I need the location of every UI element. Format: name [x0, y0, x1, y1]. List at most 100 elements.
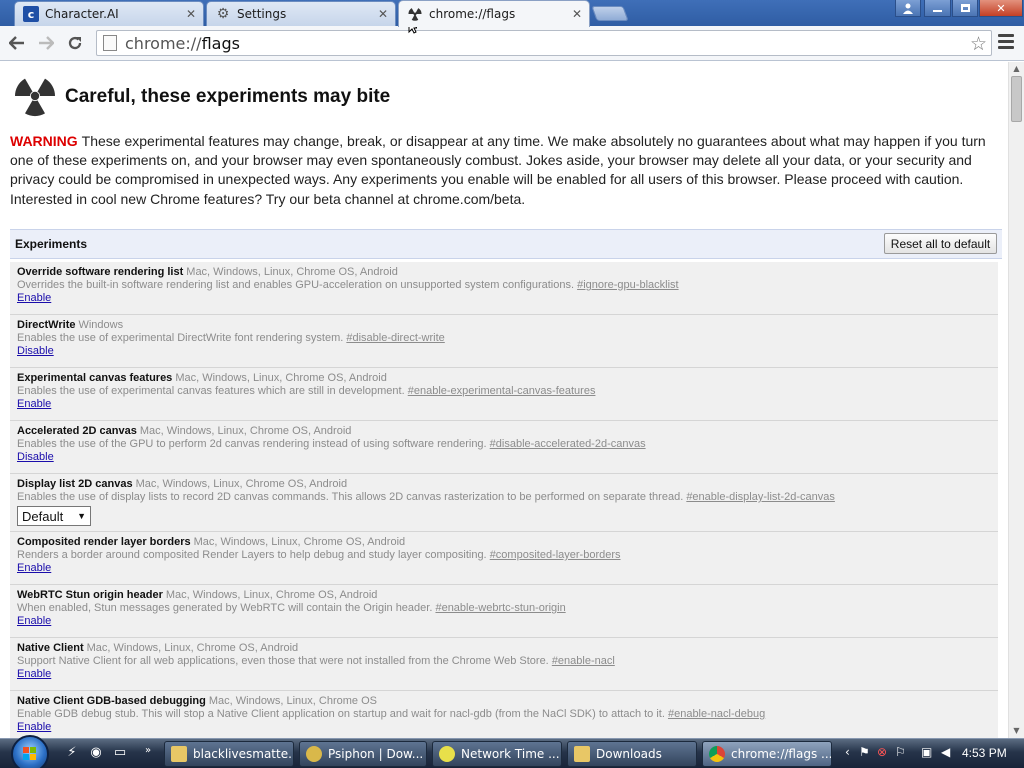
tray-app-icon[interactable]: ⚐	[895, 745, 906, 759]
close-icon[interactable]: ✕	[375, 7, 391, 21]
experiment-toggle-link[interactable]: Enable	[17, 562, 51, 574]
minimize-button[interactable]	[924, 0, 951, 17]
experiment-name: Experimental canvas features	[17, 372, 173, 384]
experiment-name: Native Client	[17, 642, 84, 654]
experiment-action-line: Disable	[17, 450, 991, 463]
experiment-platforms: Mac, Windows, Linux, Chrome OS, Android	[139, 425, 352, 437]
experiment-name: Display list 2D canvas	[17, 478, 133, 490]
tab-character-ai[interactable]: c Character.AI ✕	[14, 1, 204, 26]
scrollbar-thumb[interactable]	[1011, 76, 1022, 122]
bookmark-star-icon[interactable]: ☆	[970, 33, 987, 55]
experiment-title-line: WebRTC Stun origin header Mac, Windows, L…	[17, 589, 991, 601]
quicklaunch-expand-icon[interactable]: »	[140, 745, 156, 761]
forward-arrow-icon[interactable]	[35, 32, 57, 54]
experiment-description: Enables the use of experimental canvas f…	[17, 385, 991, 397]
back-arrow-icon[interactable]	[6, 32, 28, 54]
experiment-action-line: Enable	[17, 291, 991, 304]
experiment-description: Support Native Client for all web applic…	[17, 655, 991, 667]
reset-all-button[interactable]: Reset all to default	[884, 233, 997, 254]
taskbar-label: Network Time ...	[461, 747, 560, 761]
experiment-row: DirectWrite Windows Enables the use of exp…	[10, 315, 998, 368]
experiment-title-line: Accelerated 2D canvas Mac, Windows, Linux…	[17, 425, 991, 437]
tray-expand-icon[interactable]: ‹	[845, 745, 850, 759]
experiment-select-value: Default	[22, 508, 64, 524]
new-tab-button[interactable]	[591, 6, 629, 21]
taskbar-item-chrome[interactable]: chrome://flags ...	[702, 741, 832, 767]
restore-button[interactable]	[952, 0, 978, 17]
experiment-action-line: Enable	[17, 397, 991, 410]
tab-label: Character.AI	[45, 7, 119, 21]
experiment-description: Enables the use of the GPU to perform 2d…	[17, 438, 991, 450]
taskbar-label: blacklivesmatte...	[193, 747, 294, 761]
experiments-list: Override software rendering list Mac, Win…	[10, 262, 998, 738]
taskbar-item-folder[interactable]: blacklivesmatte...	[164, 741, 294, 767]
experiment-toggle-link[interactable]: Disable	[17, 345, 54, 357]
experiment-name: Accelerated 2D canvas	[17, 425, 137, 437]
tray-error-icon[interactable]: ⊗	[877, 745, 887, 759]
experiment-name: Native Client GDB-based debugging	[17, 695, 206, 707]
experiment-toggle-link[interactable]: Enable	[17, 668, 51, 680]
taskbar-item-psiphon[interactable]: Psiphon | Dow...	[299, 741, 427, 767]
volume-icon[interactable]: ◀	[941, 745, 950, 759]
warning-text: WARNING These experimental features may c…	[10, 132, 990, 209]
address-bar[interactable]: chrome://flags ☆	[96, 30, 992, 56]
network-icon[interactable]: ▣	[921, 745, 932, 759]
window-close-button[interactable]: ✕	[979, 0, 1023, 17]
experiment-platforms: Mac, Windows, Linux, Chrome OS, Android	[175, 372, 387, 384]
experiment-row: Override software rendering list Mac, Win…	[10, 262, 998, 315]
experiment-action-line: Disable	[17, 344, 991, 357]
experiment-description: When enabled, Stun messages generated by…	[17, 602, 991, 614]
url-text[interactable]: chrome://flags	[125, 34, 240, 53]
tab-settings[interactable]: ⚙ Settings ✕	[206, 1, 396, 26]
experiment-toggle-link[interactable]: Disable	[17, 451, 54, 463]
close-icon[interactable]: ✕	[183, 7, 199, 21]
menu-icon[interactable]	[998, 34, 1014, 52]
radiation-icon	[14, 78, 56, 117]
experiment-anchor-link[interactable]: #enable-nacl	[552, 655, 615, 667]
experiment-name: WebRTC Stun origin header	[17, 589, 163, 601]
show-desktop-icon[interactable]: ▭	[112, 745, 128, 761]
tab-label: Settings	[237, 7, 287, 21]
taskbar-item-downloads[interactable]: Downloads	[567, 741, 697, 767]
experiment-toggle-link[interactable]: Enable	[17, 721, 51, 733]
experiment-description-text: Overrides the built-in software renderin…	[17, 279, 575, 291]
experiment-row: Native Client Mac, Windows, Linux, Chrome…	[10, 638, 998, 691]
warning-label: WARNING	[10, 133, 78, 149]
vertical-scrollbar[interactable]: ▲ ▼	[1008, 62, 1024, 738]
windows-logo-icon	[23, 747, 36, 760]
warning-body: These experimental features may change, …	[10, 133, 986, 207]
tab-label: chrome://flags	[429, 7, 516, 21]
experiment-anchor-link[interactable]: #enable-experimental-canvas-features	[408, 385, 596, 397]
experiment-description: Enables the use of experimental DirectWr…	[17, 332, 991, 344]
experiment-anchor-link[interactable]: #disable-direct-write	[346, 332, 444, 344]
experiment-platforms: Windows	[78, 319, 124, 331]
scroll-down-icon[interactable]: ▼	[1009, 724, 1024, 738]
page-icon	[103, 35, 117, 51]
experiment-name: Override software rendering list	[17, 266, 184, 278]
experiment-anchor-link[interactable]: #enable-nacl-debug	[668, 708, 765, 720]
browser-toolbar: chrome://flags ☆	[0, 26, 1024, 61]
taskbar-item-network-time[interactable]: Network Time ...	[432, 741, 562, 767]
experiment-anchor-link[interactable]: #composited-layer-borders	[490, 549, 621, 561]
quicklaunch-icon[interactable]: ◉	[88, 745, 104, 761]
user-icon[interactable]	[895, 0, 921, 17]
experiment-toggle-link[interactable]: Enable	[17, 615, 51, 627]
experiment-title-line: Composited render layer borders Mac, Wind…	[17, 536, 991, 548]
experiment-toggle-link[interactable]: Enable	[17, 292, 51, 304]
experiment-anchor-link[interactable]: #enable-webrtc-stun-origin	[435, 602, 565, 614]
tray-app-icon[interactable]: ⚑	[859, 745, 870, 759]
quicklaunch-icon[interactable]: ⚡	[64, 745, 80, 761]
close-icon[interactable]: ✕	[569, 7, 585, 21]
experiment-anchor-link[interactable]: #enable-display-list-2d-canvas	[686, 491, 835, 503]
scroll-up-icon[interactable]: ▲	[1009, 62, 1024, 76]
experiment-select[interactable]: Default ▼	[17, 506, 91, 526]
experiment-action-line: Enable	[17, 561, 991, 574]
tab-chrome-flags[interactable]: chrome://flags ✕	[398, 0, 590, 27]
experiment-toggle-link[interactable]: Enable	[17, 398, 51, 410]
reload-icon[interactable]	[64, 32, 86, 54]
taskbar-clock[interactable]: 4:53 PM	[962, 746, 1007, 760]
start-button[interactable]	[11, 735, 49, 768]
experiment-anchor-link[interactable]: #disable-accelerated-2d-canvas	[490, 438, 646, 450]
experiment-anchor-link[interactable]: #ignore-gpu-blacklist	[577, 279, 679, 291]
experiment-platforms: Mac, Windows, Linux, Chrome OS	[208, 695, 377, 707]
